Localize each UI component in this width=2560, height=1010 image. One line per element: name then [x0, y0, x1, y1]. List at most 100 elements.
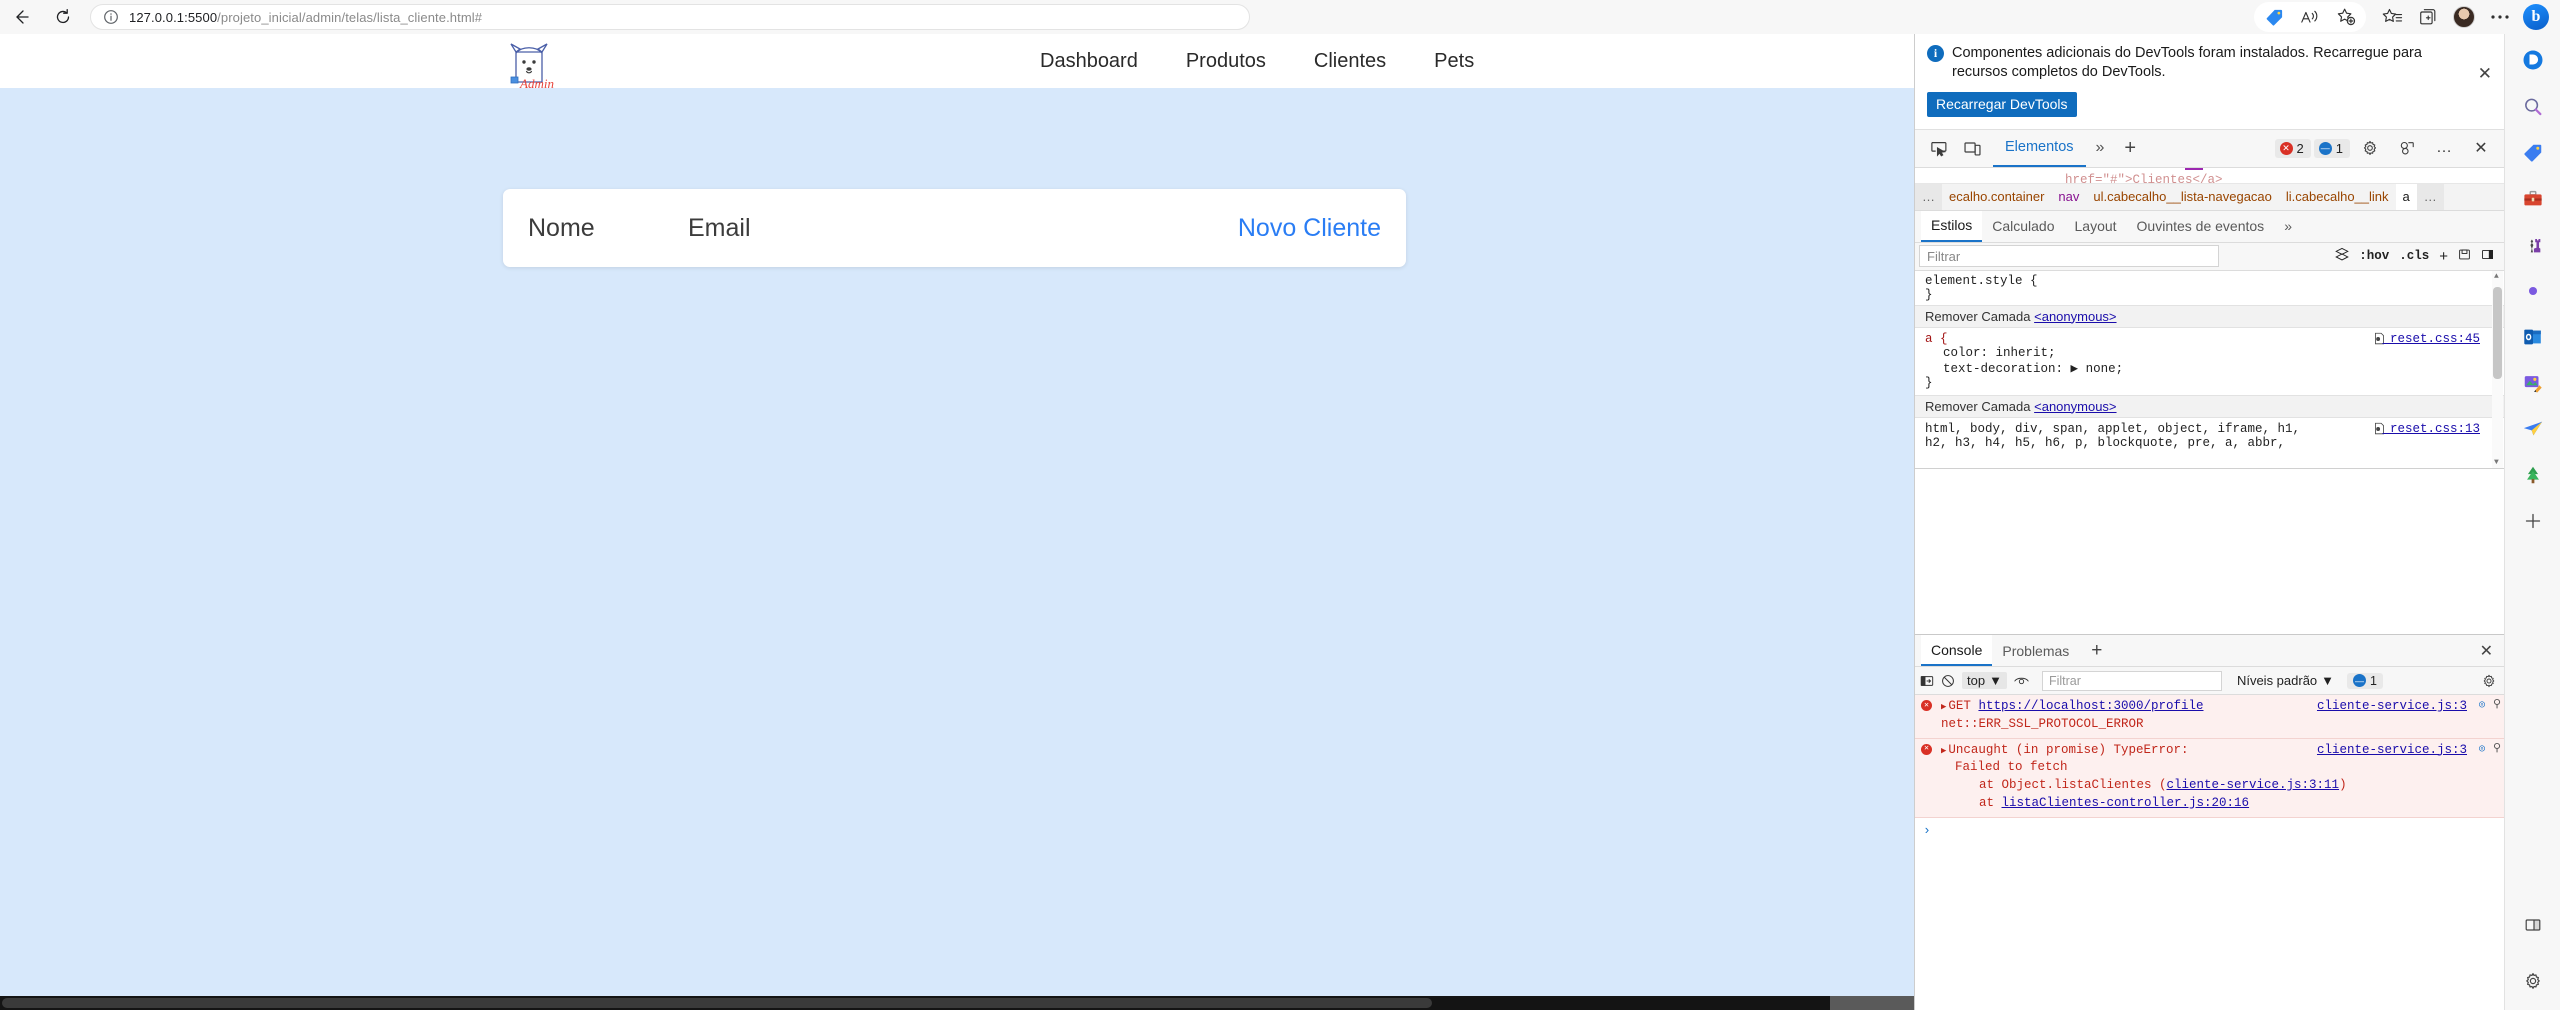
tab-layout[interactable]: Layout — [2065, 211, 2127, 242]
tab-elementos[interactable]: Elementos — [1993, 130, 2086, 167]
profile-avatar[interactable] — [2446, 2, 2482, 32]
breadcrumb-item-li[interactable]: li.cabecalho__link — [2279, 184, 2396, 210]
scroll-down-arrow[interactable]: ▼ — [2494, 458, 2499, 467]
expand-triangle-icon-2[interactable]: ▶ — [1941, 746, 1946, 756]
request-url-link[interactable]: https://localhost:3000/profile — [1978, 699, 2203, 713]
search-in-log-icon-2[interactable]: ⚲ — [2493, 742, 2501, 758]
customize-icon[interactable] — [2390, 133, 2424, 163]
page-horizontal-scrollbar[interactable] — [0, 996, 1914, 1010]
tab-console[interactable]: Console — [1921, 635, 1993, 666]
inspect-element-icon[interactable] — [1921, 133, 1955, 163]
breadcrumb-ellipsis-left[interactable]: … — [1915, 183, 1942, 210]
clear-console-icon[interactable] — [1941, 674, 1955, 688]
games-icon[interactable] — [2516, 230, 2550, 260]
nav-item-dashboard[interactable]: Dashboard — [1040, 50, 1138, 73]
element-style-block[interactable]: element.style { } — [1915, 271, 2504, 305]
more-panels-icon[interactable]: » — [2086, 139, 2115, 157]
network-jump-icon[interactable]: ◎ — [2479, 699, 2485, 713]
device-toolbar-icon[interactable] — [1955, 133, 1989, 163]
breadcrumb-item-ul[interactable]: ul.cabecalho__lista-navegacao — [2086, 184, 2279, 210]
novo-cliente-link[interactable]: Novo Cliente — [1238, 214, 1381, 243]
read-aloud-icon[interactable] — [2292, 2, 2328, 32]
reload-button[interactable] — [42, 0, 84, 34]
copilot-icon[interactable] — [2516, 46, 2550, 76]
split-screen-icon[interactable] — [2516, 910, 2550, 940]
add-sidebar-icon[interactable] — [2516, 506, 2550, 536]
console-input-prompt[interactable]: › — [1915, 818, 2504, 843]
console-filter-input[interactable]: Filtrar — [2041, 670, 2222, 691]
shopping-tag-icon[interactable] — [2516, 138, 2550, 168]
console-context-selector[interactable]: top ▼ — [1962, 672, 2007, 689]
scrollbar-thumb[interactable] — [2, 998, 1432, 1008]
stack-link-1[interactable]: cliente-service.js:3:11 — [2167, 778, 2340, 792]
address-bar[interactable]: 127.0.0.1:5500/projeto_inicial/admin/tel… — [90, 4, 1250, 30]
computed-styles-sidebar-icon[interactable] — [2458, 248, 2471, 265]
nav-item-produtos[interactable]: Produtos — [1186, 50, 1266, 73]
network-jump-icon-2[interactable]: ◎ — [2479, 743, 2485, 757]
breadcrumb-ellipsis-right[interactable]: … — [2416, 183, 2444, 210]
error-counter[interactable]: ✕ 2 — [2274, 138, 2311, 158]
console-levels-selector[interactable]: Níveis padrão ▼ — [2237, 673, 2334, 688]
copilot-bing-icon[interactable]: b — [2518, 2, 2554, 32]
console-message-counter[interactable]: — 1 — [2347, 672, 2383, 689]
back-button[interactable] — [0, 0, 42, 34]
breadcrumb-item-a[interactable]: a — [2395, 183, 2417, 210]
expand-triangle-icon[interactable]: ▶ — [1941, 702, 1946, 712]
css-selector-2-line2[interactable]: h2, h3, h4, h5, h6, p, blockquote, pre, … — [1925, 436, 2494, 450]
layer-link-1[interactable]: <anonymous> — [2034, 309, 2116, 324]
tools-briefcase-icon[interactable] — [2516, 184, 2550, 214]
close-drawer-icon[interactable]: ✕ — [2480, 641, 2493, 661]
toggle-rendering-icon[interactable] — [2335, 247, 2350, 265]
favorites-icon[interactable] — [2374, 2, 2410, 32]
site-info-icon[interactable] — [103, 9, 119, 25]
toggle-sidebar-icon[interactable] — [2481, 248, 2494, 265]
tab-estilos[interactable]: Estilos — [1921, 210, 1983, 242]
styles-more-tabs-icon[interactable]: » — [2274, 211, 2302, 242]
console-settings-gear-icon[interactable] — [2482, 674, 2496, 688]
console-sidebar-icon[interactable] — [1920, 674, 1934, 688]
nav-item-clientes[interactable]: Clientes — [1314, 50, 1386, 73]
css-rule-reset[interactable]: _reset.css:13 html, body, div, span, app… — [1915, 418, 2504, 455]
css-rule-a[interactable]: _reset.css:45 a { color: inherit; text-d… — [1915, 328, 2504, 395]
live-expression-icon[interactable] — [2014, 675, 2029, 687]
banner-close-icon[interactable]: ✕ — [2478, 64, 2492, 84]
scrollbar-thumb-secondary[interactable] — [1830, 996, 1914, 1010]
scroll-up-arrow[interactable]: ▲ — [2494, 272, 2499, 281]
settings-more-icon[interactable] — [2482, 2, 2518, 32]
css-source-link-2[interactable]: _reset.css:13 — [2382, 422, 2480, 436]
layer-link-2[interactable]: <anonymous> — [2034, 399, 2116, 414]
breadcrumb-item-container[interactable]: ecalho.container — [1942, 184, 2051, 210]
console-entry-network-error[interactable]: ✕ cliente-service.js:3 ◎ ⚲ ▶ GET https://… — [1915, 695, 2504, 739]
styles-filter-input[interactable]: Filtrar — [1919, 245, 2219, 268]
dom-tree-strip[interactable]: href="#">Clientes</a> — [1915, 167, 2504, 184]
sidebar-settings-icon[interactable] — [2516, 966, 2550, 996]
message-counter[interactable]: — 1 — [2313, 138, 2350, 158]
add-drawer-tab-icon[interactable]: + — [2079, 640, 2114, 662]
css-property-text-decoration[interactable]: text-decoration: ▶ none; — [1925, 360, 2494, 376]
cls-button[interactable]: .cls — [2399, 249, 2429, 263]
microsoft-365-icon[interactable] — [2516, 276, 2550, 306]
tree-icon[interactable] — [2516, 460, 2550, 490]
css-property-color[interactable]: color: inherit; — [1925, 346, 2494, 360]
add-panel-icon[interactable]: + — [2114, 137, 2146, 160]
console-entry-source-2[interactable]: cliente-service.js:3 — [2317, 742, 2467, 760]
stack-link-2[interactable]: listaClientes-controller.js:20:16 — [2002, 796, 2250, 810]
styles-pane[interactable]: element.style { } Remover Camada <anonym… — [1915, 270, 2504, 469]
gear-icon[interactable] — [2353, 133, 2387, 163]
breadcrumb-item-nav[interactable]: nav — [2051, 184, 2086, 210]
shopping-tag-icon[interactable] — [2256, 2, 2292, 32]
close-devtools-icon[interactable]: ✕ — [2464, 133, 2498, 163]
console-entry-typeerror[interactable]: ✕ cliente-service.js:3 ◎ ⚲ ▶ Uncaught (in… — [1915, 738, 2504, 818]
search-icon[interactable] — [2516, 92, 2550, 122]
collections-icon[interactable] — [2410, 2, 2446, 32]
designer-icon[interactable] — [2516, 414, 2550, 444]
styles-scrollbar-thumb[interactable] — [2493, 286, 2502, 379]
new-style-rule-icon[interactable]: + — [2439, 248, 2448, 265]
tab-ouvintes-de-eventos[interactable]: Ouvintes de eventos — [2127, 211, 2275, 242]
nav-item-pets[interactable]: Pets — [1434, 50, 1474, 73]
search-in-log-icon[interactable]: ⚲ — [2493, 698, 2501, 714]
reload-devtools-button[interactable]: Recarregar DevTools — [1927, 91, 2077, 117]
tab-calculado[interactable]: Calculado — [1982, 211, 2064, 242]
add-favorite-icon[interactable] — [2328, 2, 2364, 32]
console-entry-source-1[interactable]: cliente-service.js:3 — [2317, 698, 2467, 716]
